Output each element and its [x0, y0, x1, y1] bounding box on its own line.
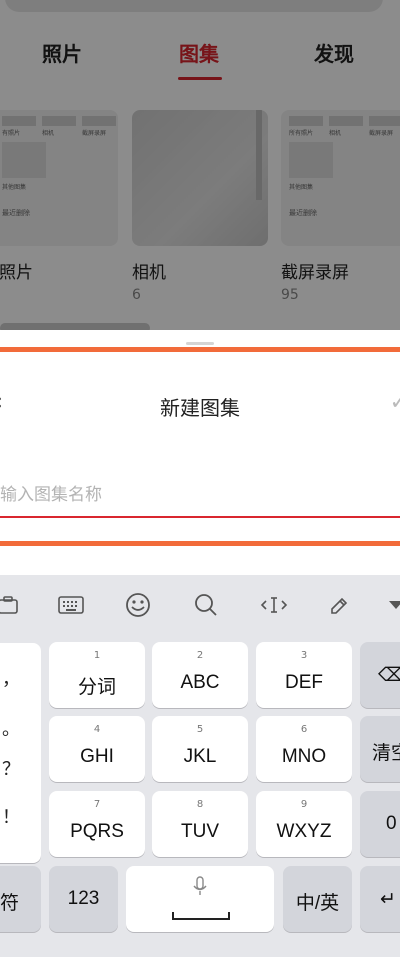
- keyboard-toolbar: [0, 575, 400, 635]
- key-3[interactable]: 3 DEF: [256, 642, 352, 708]
- input-underline: [0, 516, 400, 518]
- comma-key[interactable]: ，: [2, 665, 20, 691]
- keyboard-icon[interactable]: [57, 591, 85, 619]
- key-2[interactable]: 2 ABC: [152, 642, 248, 708]
- symbols-key[interactable]: 符: [0, 866, 41, 932]
- punctuation-key-column[interactable]: ， 。 ？ ！: [0, 643, 41, 863]
- emoji-icon[interactable]: [124, 591, 152, 619]
- sheet-handle[interactable]: [186, 342, 214, 345]
- mic-icon: [192, 876, 208, 902]
- confirm-icon[interactable]: ✓: [390, 390, 400, 415]
- language-switch-key[interactable]: 中/英: [283, 866, 352, 932]
- key-7[interactable]: 7 PQRS: [49, 791, 145, 857]
- dim-overlay[interactable]: [0, 0, 400, 330]
- key-0[interactable]: 0: [360, 791, 400, 857]
- enter-key[interactable]: ↵: [360, 866, 400, 932]
- new-album-sheet: ‹ 新建图集 ✓: [0, 330, 400, 575]
- backspace-key[interactable]: ⌫: [360, 642, 400, 708]
- cursor-icon[interactable]: [260, 591, 288, 619]
- key-1[interactable]: 1 分词: [49, 642, 145, 708]
- sheet-title: 新建图集: [160, 396, 240, 420]
- key-6[interactable]: 6 MNO: [256, 716, 352, 782]
- edit-icon[interactable]: [326, 591, 354, 619]
- question-key[interactable]: ？: [2, 755, 20, 781]
- exclaim-key[interactable]: ！: [2, 803, 20, 829]
- space-icon: [172, 906, 230, 925]
- key-4[interactable]: 4 GHI: [49, 716, 145, 782]
- gallery-background: 照片 图集 发现 有照片 相机 截屏录屏 其他图集 最近删除 有照片 5 相机 …: [0, 0, 400, 330]
- sheet-bottom-border: [0, 541, 400, 546]
- clear-key[interactable]: 清空: [360, 716, 400, 782]
- numbers-key[interactable]: 123: [49, 866, 118, 932]
- space-key[interactable]: [126, 866, 274, 932]
- collapse-icon[interactable]: [382, 591, 400, 619]
- period-key[interactable]: 。: [2, 715, 20, 741]
- key-8[interactable]: 8 TUV: [152, 791, 248, 857]
- keyboard: ， 。 ？ ！ 1 分词 2 ABC 3 DEF ⌫ 4 GHI 5 JKL 6…: [0, 575, 400, 957]
- album-name-input[interactable]: [0, 480, 400, 510]
- sheet-top-border: [0, 347, 400, 352]
- key-9[interactable]: 9 WXYZ: [256, 791, 352, 857]
- key-5[interactable]: 5 JKL: [152, 716, 248, 782]
- clipboard-icon[interactable]: [0, 591, 22, 619]
- search-icon[interactable]: [192, 591, 220, 619]
